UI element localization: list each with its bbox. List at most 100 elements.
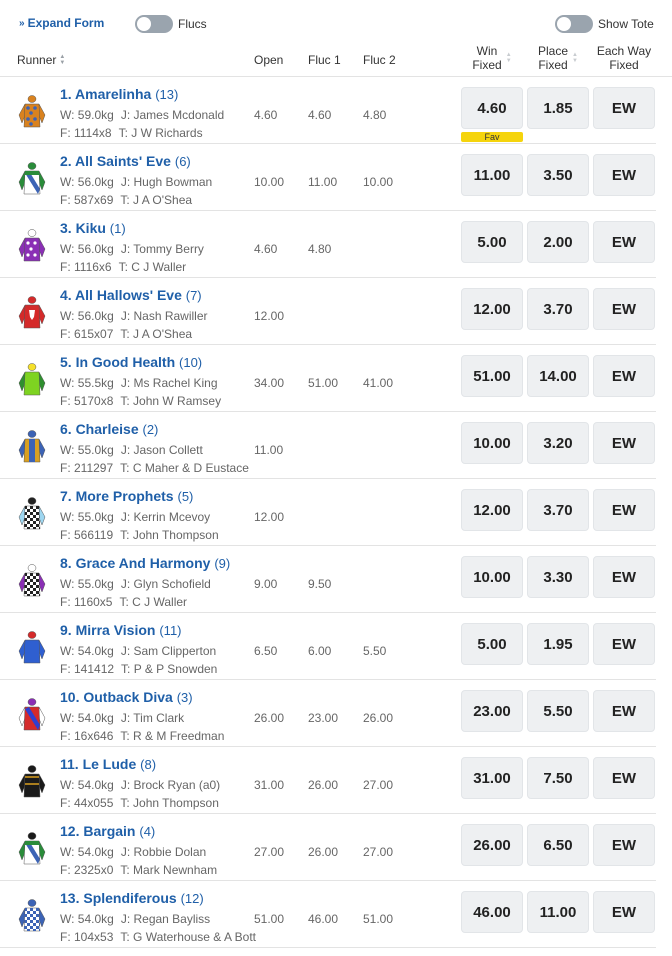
runner-name-link[interactable]: 3. Kiku (1) [60, 220, 126, 236]
each-way-button[interactable]: EW [593, 154, 655, 196]
runner-row: 8. Grace And Harmony (9) W: 55.0kg J: Gly… [0, 546, 656, 613]
place-odds-button[interactable]: 3.30 [527, 556, 589, 598]
win-odds-button[interactable]: 11.00 [461, 154, 523, 196]
runner-name-link[interactable]: 9. Mirra Vision (11) [60, 622, 182, 638]
fluc1-price: 4.60 [308, 108, 332, 122]
runner-name-link[interactable]: 6. Charleise (2) [60, 421, 158, 437]
win-odds-button[interactable]: 12.00 [461, 288, 523, 330]
each-way-button[interactable]: EW [593, 757, 655, 799]
runner-name-link[interactable]: 11. Le Lude (8) [60, 756, 156, 772]
each-way-button[interactable]: EW [593, 288, 655, 330]
runner-name: 1. Amarelinha [60, 86, 152, 102]
jockey-silk-icon [18, 564, 46, 597]
fluc2-price: 27.00 [363, 845, 394, 859]
place-odds-button[interactable]: 11.00 [527, 891, 589, 933]
place-odds-button[interactable]: 3.70 [527, 489, 589, 531]
sort-icon: ▲ ▼ [505, 52, 512, 64]
top-bar: » Expand Form Flucs Show Tote [0, 0, 672, 42]
runner-form: F: 1114x8 [60, 126, 112, 140]
runner-trainer: T: R & M Freedman [120, 729, 225, 743]
barrier-number: (10) [179, 355, 203, 370]
runner-row: 12. Bargain (4) W: 54.0kg J: Robbie Dolan… [0, 814, 656, 881]
win-odds-button[interactable]: 12.00 [461, 489, 523, 531]
place-odds-button[interactable]: 7.50 [527, 757, 589, 799]
flucs-label: Flucs [178, 17, 207, 31]
place-odds-button[interactable]: 3.20 [527, 422, 589, 464]
place-odds-button[interactable]: 1.95 [527, 623, 589, 665]
place-odds-button[interactable]: 5.50 [527, 690, 589, 732]
barrier-number: (13) [155, 87, 179, 102]
each-way-button[interactable]: EW [593, 623, 655, 665]
runner-jockey: J: Regan Bayliss [120, 912, 211, 926]
place-odds-button[interactable]: 3.70 [527, 288, 589, 330]
runner-name-link[interactable]: 8. Grace And Harmony (9) [60, 555, 230, 571]
place-odds-button[interactable]: 6.50 [527, 824, 589, 866]
runner-name: 2. All Saints' Eve [60, 153, 171, 169]
each-way-button[interactable]: EW [593, 221, 655, 263]
barrier-number: (3) [176, 690, 193, 705]
place-odds-button[interactable]: 3.50 [527, 154, 589, 196]
runner-name-link[interactable]: 1. Amarelinha (13) [60, 86, 178, 102]
win-odds-button[interactable]: 10.00 [461, 556, 523, 598]
each-way-button[interactable]: EW [593, 556, 655, 598]
runner-form-trainer: F: 16x646 T: R & M Freedman [60, 729, 224, 743]
each-way-button[interactable]: EW [593, 422, 655, 464]
runner-weight-jockey: W: 54.0kg J: Robbie Dolan [60, 845, 206, 859]
barrier-number: (11) [159, 623, 182, 638]
win-odds-button[interactable]: 5.00 [461, 623, 523, 665]
runner-row: 5. In Good Health (10) W: 55.5kg J: Ms Ra… [0, 345, 656, 412]
runner-form: F: 615x07 [60, 327, 114, 341]
place-fixed-column-header[interactable]: Place Fixed ▲ ▼ [527, 44, 589, 72]
runner-row: 13. Splendiferous (12) W: 54.0kg J: Regan… [0, 881, 656, 948]
jockey-silk-icon [18, 296, 46, 329]
expand-form-button[interactable]: » Expand Form [19, 16, 104, 30]
win-fixed-column-header[interactable]: Win Fixed ▲ ▼ [461, 44, 523, 72]
runner-name-link[interactable]: 10. Outback Diva (3) [60, 689, 193, 705]
each-way-button[interactable]: EW [593, 690, 655, 732]
runner-name-link[interactable]: 4. All Hallows' Eve (7) [60, 287, 202, 303]
win-odds-button[interactable]: 51.00 [461, 355, 523, 397]
runner-weight-jockey: W: 54.0kg J: Regan Bayliss [60, 912, 210, 926]
runner-trainer: T: Mark Newnham [120, 863, 218, 877]
runner-name-link[interactable]: 12. Bargain (4) [60, 823, 155, 839]
each-way-button[interactable]: EW [593, 87, 655, 129]
show-tote-label: Show Tote [598, 17, 654, 31]
win-odds-button[interactable]: 31.00 [461, 757, 523, 799]
each-way-button[interactable]: EW [593, 355, 655, 397]
win-odds-button[interactable]: 4.60 [461, 87, 523, 129]
win-odds-button[interactable]: 10.00 [461, 422, 523, 464]
runner-name-link[interactable]: 2. All Saints' Eve (6) [60, 153, 191, 169]
runner-jockey: J: Tommy Berry [120, 242, 204, 256]
jockey-silk-icon [18, 765, 46, 798]
runner-name: 13. Splendiferous [60, 890, 177, 906]
runner-trainer: T: John W Ramsey [120, 394, 222, 408]
flucs-toggle[interactable] [135, 15, 173, 33]
runner-name-link[interactable]: 7. More Prophets (5) [60, 488, 193, 504]
barrier-number: (12) [180, 891, 204, 906]
runner-form-trainer: F: 615x07 T: J A O'Shea [60, 327, 192, 341]
place-odds-button[interactable]: 14.00 [527, 355, 589, 397]
win-odds-button[interactable]: 23.00 [461, 690, 523, 732]
runner-weight: W: 54.0kg [60, 711, 114, 725]
open-price: 11.00 [254, 443, 284, 457]
fluc2-price: 27.00 [363, 778, 394, 792]
runner-name-link[interactable]: 13. Splendiferous (12) [60, 890, 204, 906]
runner-form: F: 44x055 [60, 796, 114, 810]
sort-icon: ▲ ▼ [572, 52, 578, 64]
fluc1-price: 46.00 [308, 912, 339, 926]
runner-form: F: 16x646 [60, 729, 114, 743]
runner-form-trainer: F: 1114x8 T: J W Richards [60, 126, 203, 140]
place-odds-button[interactable]: 1.85 [527, 87, 589, 129]
win-odds-button[interactable]: 46.00 [461, 891, 523, 933]
win-odds-button[interactable]: 26.00 [461, 824, 523, 866]
win-odds-button[interactable]: 5.00 [461, 221, 523, 263]
open-price: 12.00 [254, 309, 285, 323]
runner-name-link[interactable]: 5. In Good Health (10) [60, 354, 202, 370]
show-tote-toggle[interactable] [555, 15, 593, 33]
runner-column-header[interactable]: Runner ▲ ▼ [17, 53, 65, 67]
each-way-button[interactable]: EW [593, 824, 655, 866]
open-price: 51.00 [254, 912, 285, 926]
place-odds-button[interactable]: 2.00 [527, 221, 589, 263]
each-way-button[interactable]: EW [593, 891, 655, 933]
each-way-button[interactable]: EW [593, 489, 655, 531]
